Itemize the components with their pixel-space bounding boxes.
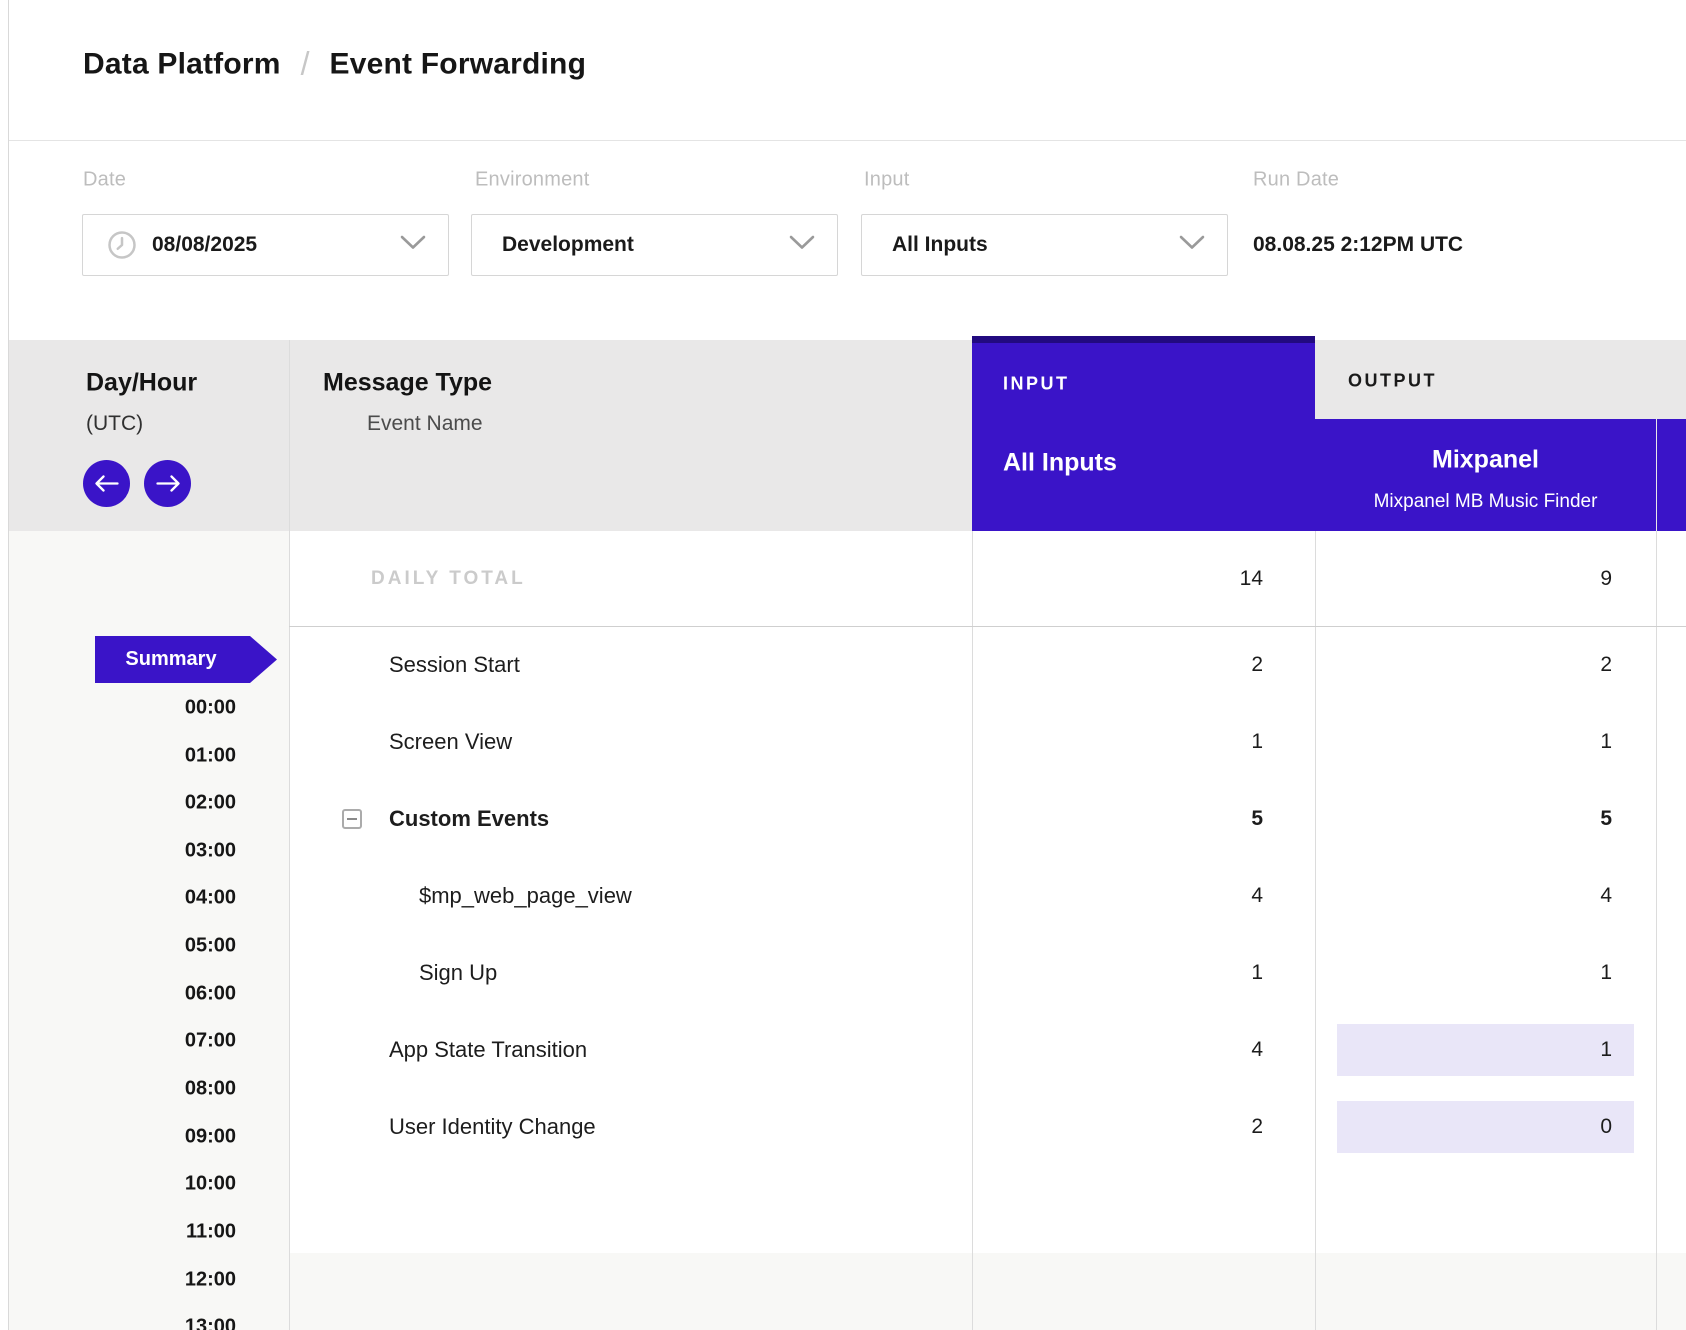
table-footer-band [289,1253,1686,1330]
row-output-value: 2 [1315,653,1612,677]
chevron-down-icon [789,235,815,255]
input-value: All Inputs [892,233,988,257]
table-row: Session Start 2 2 [289,629,1686,701]
row-input-value: 2 [972,653,1263,677]
run-date-label: Run Date [1253,169,1339,192]
date-dropdown[interactable]: 08/08/2025 [82,214,449,276]
row-input-value: 4 [972,1038,1263,1062]
row-label: Custom Events [389,806,549,832]
next-output-column-partial[interactable] [1657,419,1686,531]
environment-dropdown[interactable]: Development [471,214,838,276]
environment-label: Environment [475,169,589,192]
arrow-right-icon [156,475,180,492]
row-input-value: 5 [972,807,1263,831]
hour-row-label[interactable]: 03:00 [9,840,236,863]
day-hour-title: Day/Hour [86,369,197,398]
breadcrumb-section[interactable]: Data Platform [83,47,281,81]
message-type-title: Message Type [323,369,492,398]
previous-day-button[interactable] [83,460,130,507]
row-label: $mp_web_page_view [419,883,632,909]
table-row-custom-events: Custom Events 5 5 [289,783,1686,855]
hour-row-label[interactable]: 00:00 [9,697,236,720]
output-column-subtitle: Mixpanel MB Music Finder [1315,491,1656,513]
output-column-header-mixpanel[interactable]: Mixpanel Mixpanel MB Music Finder [1315,419,1656,531]
summary-label: Summary [125,648,216,671]
row-input-value: 1 [972,961,1263,985]
input-column-header[interactable]: INPUT All Inputs [972,343,1315,531]
daily-total-output-value: 9 [1315,567,1612,591]
run-date-value: 08.08.25 2:12PM UTC [1253,233,1463,257]
row-input-value: 2 [972,1115,1263,1139]
chevron-down-icon [400,235,426,255]
row-input-value: 4 [972,884,1263,908]
page-title: Event Forwarding [330,47,587,81]
row-label: User Identity Change [389,1114,596,1140]
filter-bar: Date Environment Input Run Date 08/08/20… [9,141,1686,340]
input-group-label: INPUT [1003,374,1070,395]
table-row: User Identity Change 2 0 [289,1091,1686,1163]
table-row: $mp_web_page_view 4 4 [289,860,1686,932]
table-row: Sign Up 1 1 [289,937,1686,1009]
hour-row-label[interactable]: 08:00 [9,1078,236,1101]
input-column-name: All Inputs [1003,449,1117,478]
arrow-left-icon [95,475,119,492]
environment-value: Development [502,233,634,257]
row-output-value: 1 [1315,961,1612,985]
output-group-label: OUTPUT [1348,371,1437,392]
row-output-value: 5 [1315,807,1612,831]
date-value: 08/08/2025 [152,233,257,257]
daily-total-input-value: 14 [972,567,1263,591]
page-header: Data Platform / Event Forwarding [9,0,1686,141]
breadcrumb-separator: / [301,46,310,83]
hour-row-label[interactable]: 10:00 [9,1173,236,1196]
breadcrumb: Data Platform / Event Forwarding [83,46,586,83]
hour-row-label[interactable]: 06:00 [9,983,236,1006]
row-input-value: 1 [972,730,1263,754]
hour-row-label[interactable]: 12:00 [9,1269,236,1292]
table-row: App State Transition 4 1 [289,1014,1686,1086]
input-column-selected-strip [972,336,1315,343]
input-dropdown[interactable]: All Inputs [861,214,1228,276]
date-label: Date [83,169,126,192]
hour-row-label[interactable]: 04:00 [9,887,236,910]
hour-row-label[interactable]: 02:00 [9,792,236,815]
hour-row-label[interactable]: 13:00 [9,1316,236,1330]
hour-row-label[interactable]: 01:00 [9,745,236,768]
row-output-value: 4 [1315,884,1612,908]
clock-icon [107,230,137,260]
daily-total-label: DAILY TOTAL [371,568,526,590]
event-name-subtitle: Event Name [367,412,483,436]
grid-header: Day/Hour (UTC) Message Type Event Name I… [9,340,1686,531]
summary-row-badge[interactable]: Summary [95,636,277,683]
collapse-expander-icon[interactable] [342,809,362,829]
event-forwarding-page: Data Platform / Event Forwarding Date En… [0,0,1686,1330]
row-output-value: 0 [1315,1115,1612,1139]
hour-row-label[interactable]: 09:00 [9,1126,236,1149]
output-column-name: Mixpanel [1315,446,1656,475]
next-day-button[interactable] [144,460,191,507]
day-hour-subtitle: (UTC) [86,412,143,436]
hour-row-label[interactable]: 07:00 [9,1030,236,1053]
row-output-value: 1 [1315,1038,1612,1062]
row-label: App State Transition [389,1037,587,1063]
chevron-down-icon [1179,235,1205,255]
table-row: Screen View 1 1 [289,706,1686,778]
row-label: Sign Up [419,960,497,986]
row-output-value: 1 [1315,730,1612,754]
hour-row-label[interactable]: 11:00 [9,1221,236,1244]
row-label: Session Start [389,652,520,678]
row-label: Screen View [389,729,512,755]
hour-row-label[interactable]: 05:00 [9,935,236,958]
daily-total-row: DAILY TOTAL 14 9 [289,531,1686,627]
input-label: Input [864,169,909,192]
